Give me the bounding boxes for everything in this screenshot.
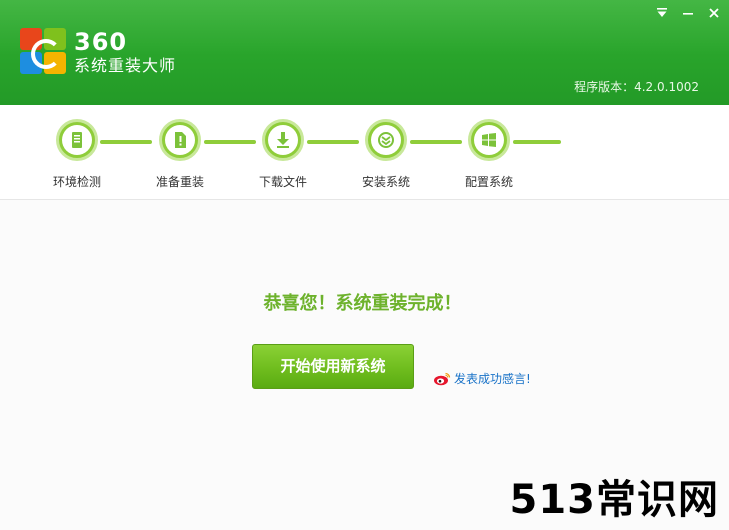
brand-name: 系统重装大师 — [74, 56, 177, 75]
start-new-system-button[interactable]: 开始使用新系统 — [252, 344, 414, 389]
progress-steps: 环境检测 准备重装 下载文件 安装系统 配置系统 — [0, 105, 729, 200]
step-label: 环境检测 — [52, 175, 101, 189]
step-environment-check: 环境检测 — [37, 119, 117, 189]
minimize-icon[interactable] — [679, 4, 697, 22]
step-download-files: 下载文件 — [243, 119, 323, 189]
step-label: 下载文件 — [258, 175, 307, 189]
close-icon[interactable] — [705, 4, 723, 22]
install-icon — [378, 132, 394, 148]
download-icon — [277, 132, 289, 148]
step-configure-system: 配置系统 — [449, 119, 529, 189]
share-feedback-link[interactable]: 发表成功感言! — [433, 372, 531, 386]
title-header: 360 系统重装大师 程序版本：4.2.0.1002 — [0, 0, 729, 105]
menu-icon[interactable] — [653, 4, 671, 22]
weibo-icon — [434, 372, 451, 386]
step-label: 安装系统 — [361, 175, 410, 189]
monitor-icon — [72, 132, 82, 148]
app-window: 360 系统重装大师 程序版本：4.2.0.1002 环境检测 准备重装 下载文… — [0, 0, 729, 530]
step-install-system: 安装系统 — [346, 119, 426, 189]
brand-number: 360 — [74, 28, 128, 56]
windows-icon — [482, 133, 496, 147]
step-label: 准备重装 — [155, 175, 204, 189]
completion-message: 恭喜您！系统重装完成！ — [263, 293, 462, 314]
step-label: 配置系统 — [464, 175, 513, 189]
window-controls — [653, 4, 723, 22]
360-logo — [20, 28, 68, 76]
watermark: 513常识网 — [509, 477, 719, 523]
share-link-text: 发表成功感言! — [454, 372, 531, 386]
document-icon — [175, 132, 186, 148]
step-prepare-reinstall: 准备重装 — [140, 119, 220, 189]
version-label: 程序版本：4.2.0.1002 — [574, 80, 699, 94]
